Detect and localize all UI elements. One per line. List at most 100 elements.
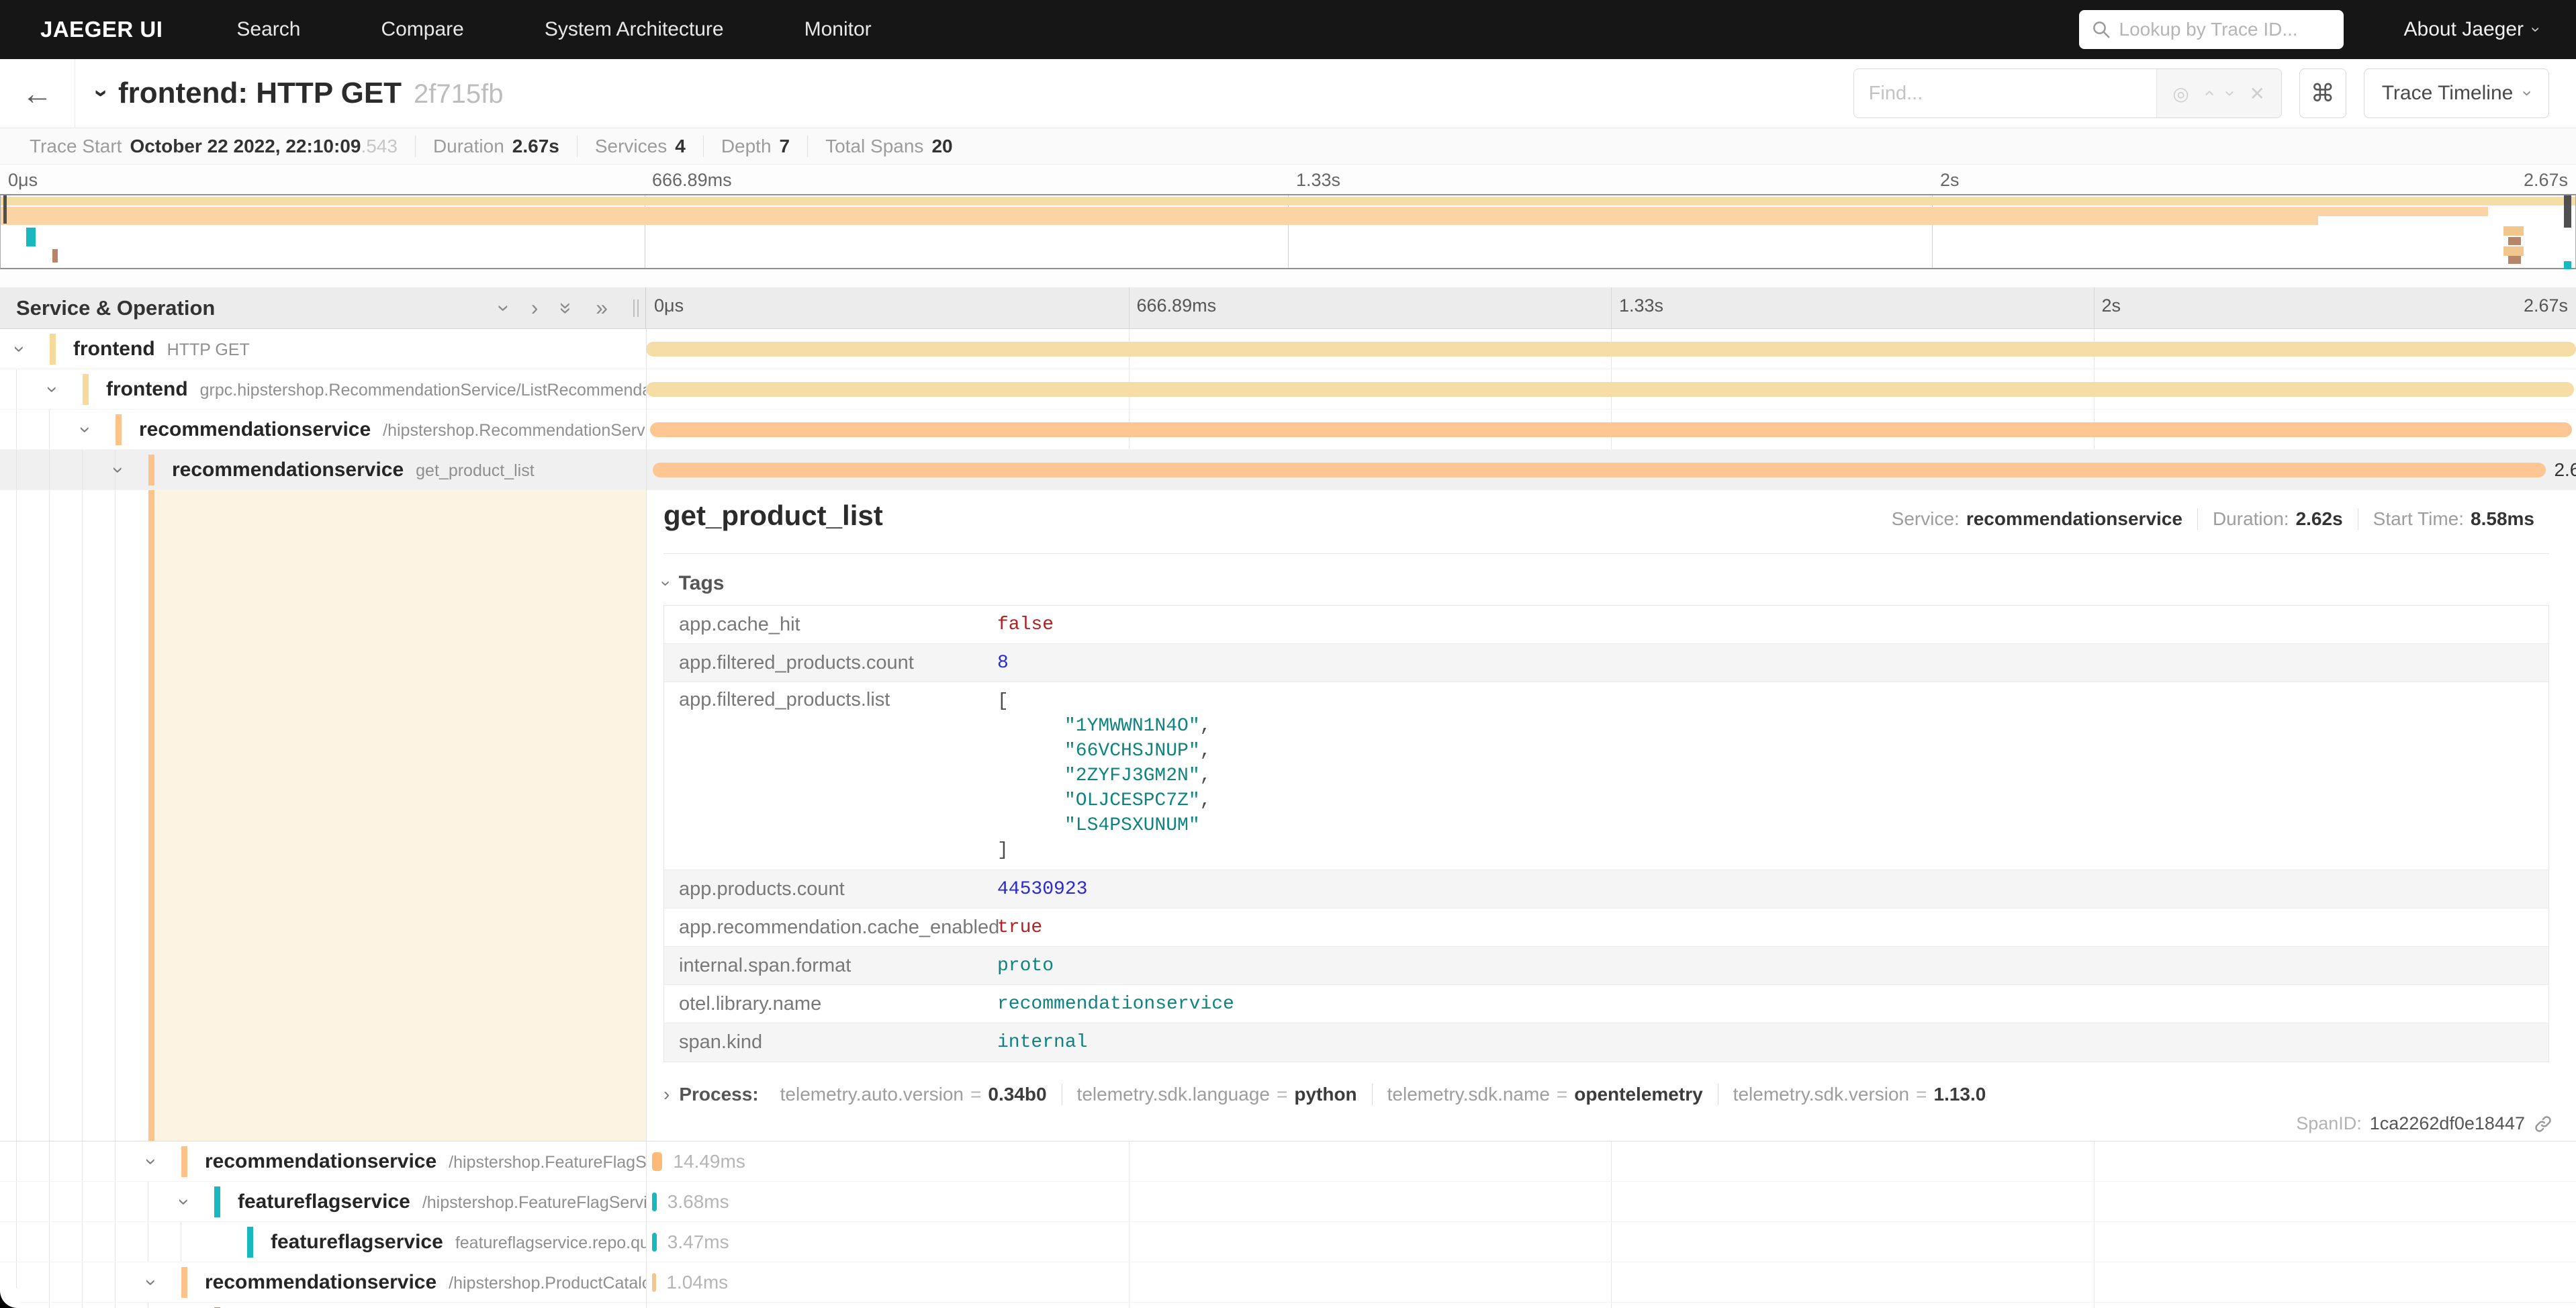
focus-match-icon[interactable]: ◎	[2172, 83, 2189, 105]
span-name-cell: ›frontendgrpc.hipstershop.Recommendation…	[0, 369, 646, 409]
span-timeline-cell[interactable]: 2.62s	[646, 450, 2576, 489]
expand-chevron-icon[interactable]: ›	[74, 426, 97, 433]
span-timeline-cell[interactable]	[646, 329, 2576, 369]
span-row[interactable]: ›recommendationservice/hipstershop.Recom…	[0, 410, 2576, 450]
tag-key: app.filtered_products.count	[664, 652, 997, 674]
range-handle-left[interactable]	[3, 195, 7, 224]
nav-item-compare[interactable]: Compare	[381, 18, 463, 41]
expand-chevron-icon[interactable]: ›	[140, 1279, 163, 1286]
keyboard-shortcuts-button[interactable]: ⌘	[2299, 68, 2346, 118]
span-row[interactable]: ›recommendationservice/hipstershop.Produ…	[0, 1262, 2576, 1303]
span-id-value: 1ca2262df0e18447	[2370, 1113, 2525, 1134]
gridline	[2094, 287, 2095, 328]
expand-all-icon[interactable]: »	[596, 295, 608, 320]
json-string: "LS4PSXUNUM"	[1064, 815, 1200, 836]
tick-label: 2s	[2102, 295, 2121, 316]
process-accordion-header[interactable]: › Process: telemetry.auto.version=0.34b0…	[663, 1080, 2549, 1109]
tick-label: 666.89ms	[1137, 295, 1217, 316]
trace-view-selector[interactable]: Trace Timeline ›	[2364, 68, 2549, 118]
operation-name: /hipstershop.FeatureFlagService/Ge...	[422, 1193, 646, 1212]
span-name-cell: ›recommendationservice/hipstershop.Featu…	[0, 1141, 646, 1181]
tick-label: 0μs	[8, 170, 38, 191]
chevron-down-icon: ›	[657, 581, 675, 587]
span-row[interactable]: featureflagservicefeatureflagservice.rep…	[0, 1222, 2576, 1262]
app-brand[interactable]: JAEGER UI	[40, 17, 163, 42]
clear-find-icon[interactable]: ✕	[2250, 83, 2265, 105]
previous-match-icon[interactable]: ›	[2199, 90, 2217, 96]
find-input[interactable]	[1854, 69, 2156, 118]
window-corner	[0, 1288, 20, 1308]
nav-item-system-architecture[interactable]: System Architecture	[545, 18, 724, 41]
expand-chevron-icon[interactable]: ›	[107, 467, 130, 473]
operation-name: grpc.hipstershop.RecommendationService/L…	[200, 381, 646, 400]
span-timeline-cell[interactable]	[646, 1303, 2576, 1308]
column-resize-grip[interactable]	[633, 299, 639, 317]
process-tag-key: telemetry.sdk.name	[1387, 1084, 1550, 1105]
expand-chevron-icon[interactable]: ›	[41, 386, 64, 393]
tick-label: 1.33s	[1619, 295, 1663, 316]
back-button[interactable]: ←	[0, 59, 75, 128]
next-match-icon[interactable]: ›	[2221, 90, 2240, 96]
span-row[interactable]: › featureflagservice/hipstershop.FeatureF…	[0, 1182, 2576, 1222]
service-color-bar	[247, 1227, 253, 1258]
nav-item-monitor[interactable]: Monitor	[804, 18, 872, 41]
service-operation-title: Service & Operation	[16, 296, 215, 320]
expand-chevron-icon[interactable]: ›	[8, 346, 31, 353]
tag-key: otel.library.name	[664, 993, 997, 1015]
expand-one-icon[interactable]: ›	[531, 295, 539, 320]
span-duration-bar	[646, 342, 2576, 357]
minimap-canvas[interactable]	[0, 194, 2576, 269]
detail-stat: Service:recommendationservice	[1877, 508, 2197, 530]
span-timeline-cell[interactable]	[646, 369, 2576, 409]
span-rows-region: ›frontendHTTP GET›frontendgrpc.hipstersh…	[0, 329, 2576, 1308]
expand-chevron-icon[interactable]: ›	[173, 1199, 195, 1205]
json-bracket: [	[997, 689, 1211, 714]
gridline	[1611, 287, 1612, 328]
span-timeline-cell[interactable]	[646, 410, 2576, 449]
tag-value: ["1YMWWN1N4O","66VCHSJNUP","2ZYFJ3GM2N",…	[997, 689, 1211, 863]
tick-label: 2s	[1940, 170, 1960, 191]
span-name: recommendationserviceget_product_list	[172, 459, 535, 481]
span-timeline-cell[interactable]: 1.04ms	[646, 1262, 2576, 1302]
span-timeline-cell[interactable]: 14.49ms	[646, 1141, 2576, 1181]
span-row[interactable]	[0, 1303, 2576, 1308]
collapse-one-icon[interactable]: ›	[494, 304, 515, 312]
indent-guide	[115, 1222, 116, 1262]
nav-item-search[interactable]: Search	[236, 18, 300, 41]
span-duration-tick	[652, 1152, 663, 1171]
indent-guide	[49, 450, 50, 489]
tags-accordion-header[interactable]: › Tags	[663, 571, 2549, 596]
span-name-cell: › recommendationserviceget_product_list	[0, 450, 646, 489]
process-tag-key: telemetry.sdk.version	[1733, 1084, 1909, 1105]
span-row[interactable]: › recommendationserviceget_product_list 2.…	[0, 450, 2576, 490]
collapse-trace-chevron-icon[interactable]: ›	[90, 89, 114, 97]
find-buttons: ◎ › › ✕	[2156, 69, 2281, 118]
span-row[interactable]: ›recommendationservice/hipstershop.Featu…	[0, 1141, 2576, 1182]
span-row[interactable]: ›frontendHTTP GET	[0, 329, 2576, 369]
indent-guide	[16, 1141, 17, 1181]
deep-link-icon[interactable]	[2533, 1114, 2553, 1134]
tags-table: app.cache_hitfalseapp.filtered_products.…	[663, 605, 2549, 1062]
span-timeline-cell[interactable]: 3.47ms	[646, 1222, 2576, 1262]
about-jaeger-menu[interactable]: About Jaeger ›	[2404, 18, 2538, 41]
range-handle-right[interactable]	[2564, 195, 2571, 228]
tag-key: app.recommendation.cache_enabled	[664, 917, 997, 939]
summary-item: Total Spans20	[807, 136, 970, 157]
indent-guide	[16, 369, 17, 409]
operation-name: get_product_list	[416, 461, 535, 480]
span-timeline-cell[interactable]: 3.68ms	[646, 1182, 2576, 1221]
indent-guide	[82, 1182, 83, 1221]
span-row[interactable]: ›frontendgrpc.hipstershop.Recommendation…	[0, 369, 2576, 410]
minimap-span-bar	[2503, 226, 2524, 236]
service-operation-header: Service & Operation › › » »	[0, 287, 646, 328]
json-string: "66VCHSJNUP"	[1064, 741, 1200, 761]
service-name: featureflagservice	[238, 1190, 410, 1213]
span-detail-panel: get_product_list Service:recommendations…	[0, 490, 2576, 1141]
service-color-bar	[50, 334, 56, 365]
trace-id-input[interactable]	[2119, 19, 2332, 40]
collapse-all-icon[interactable]: »	[556, 302, 578, 314]
process-tag-value: 1.13.0	[1934, 1084, 1986, 1105]
indent-guide	[82, 1303, 83, 1308]
trace-id-search[interactable]	[2079, 10, 2344, 49]
expand-chevron-icon[interactable]: ›	[140, 1158, 163, 1165]
